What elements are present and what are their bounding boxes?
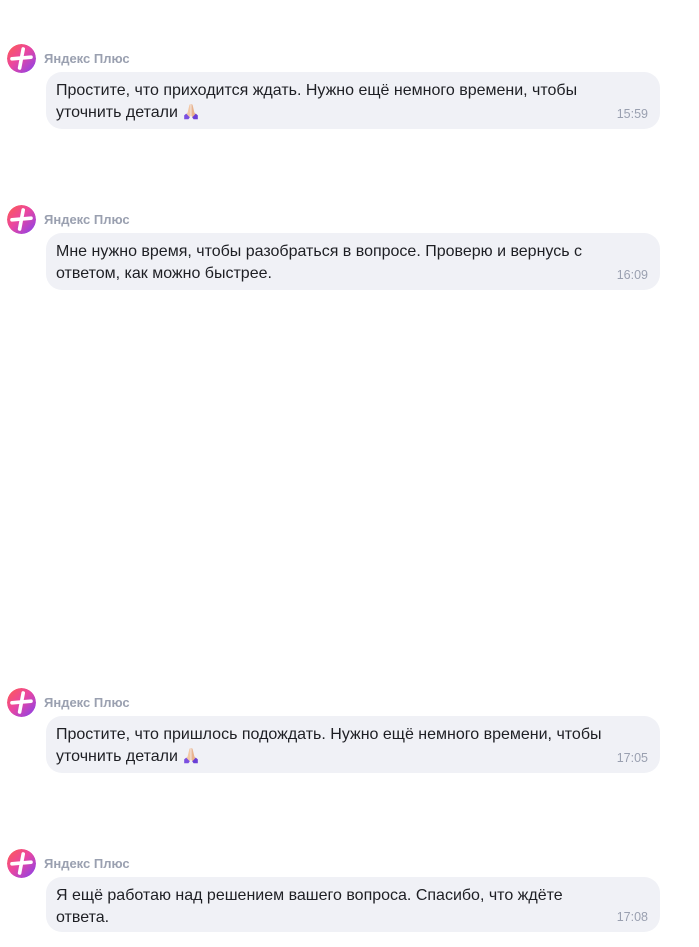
praying-hands-icon [182,102,200,120]
message-bubble: Простите, что приходится ждать. Нужно ещ… [46,72,660,129]
sender-name: Яндекс Плюс [44,695,130,710]
sender-name: Яндекс Плюс [44,51,130,66]
message-bubble: Я ещё работаю над решением вашего вопрос… [46,877,660,932]
yandex-plus-logo-icon [7,205,36,234]
message-bubble: Мне нужно время, чтобы разобраться в воп… [46,233,660,290]
message-time: 16:09 [616,268,648,282]
yandex-plus-logo-icon [7,688,36,717]
sender-name: Яндекс Плюс [44,212,130,227]
yandex-plus-logo-icon [7,44,36,73]
message-time: 17:05 [616,751,648,765]
message-text: Я ещё работаю над решением вашего вопрос… [56,887,563,926]
message-text: Простите, что пришлось подождать. Нужно … [56,726,602,765]
message-text: Простите, что приходится ждать. Нужно ещ… [56,82,578,121]
sender-name: Яндекс Плюс [44,856,130,871]
message-time: 17:08 [616,910,648,924]
message-bubble: Простите, что пришлось подождать. Нужно … [46,716,660,773]
praying-hands-icon [182,746,200,764]
message-time: 15:59 [616,107,648,121]
message-text: Мне нужно время, чтобы разобраться в воп… [56,243,583,282]
yandex-plus-logo-icon [7,849,36,878]
